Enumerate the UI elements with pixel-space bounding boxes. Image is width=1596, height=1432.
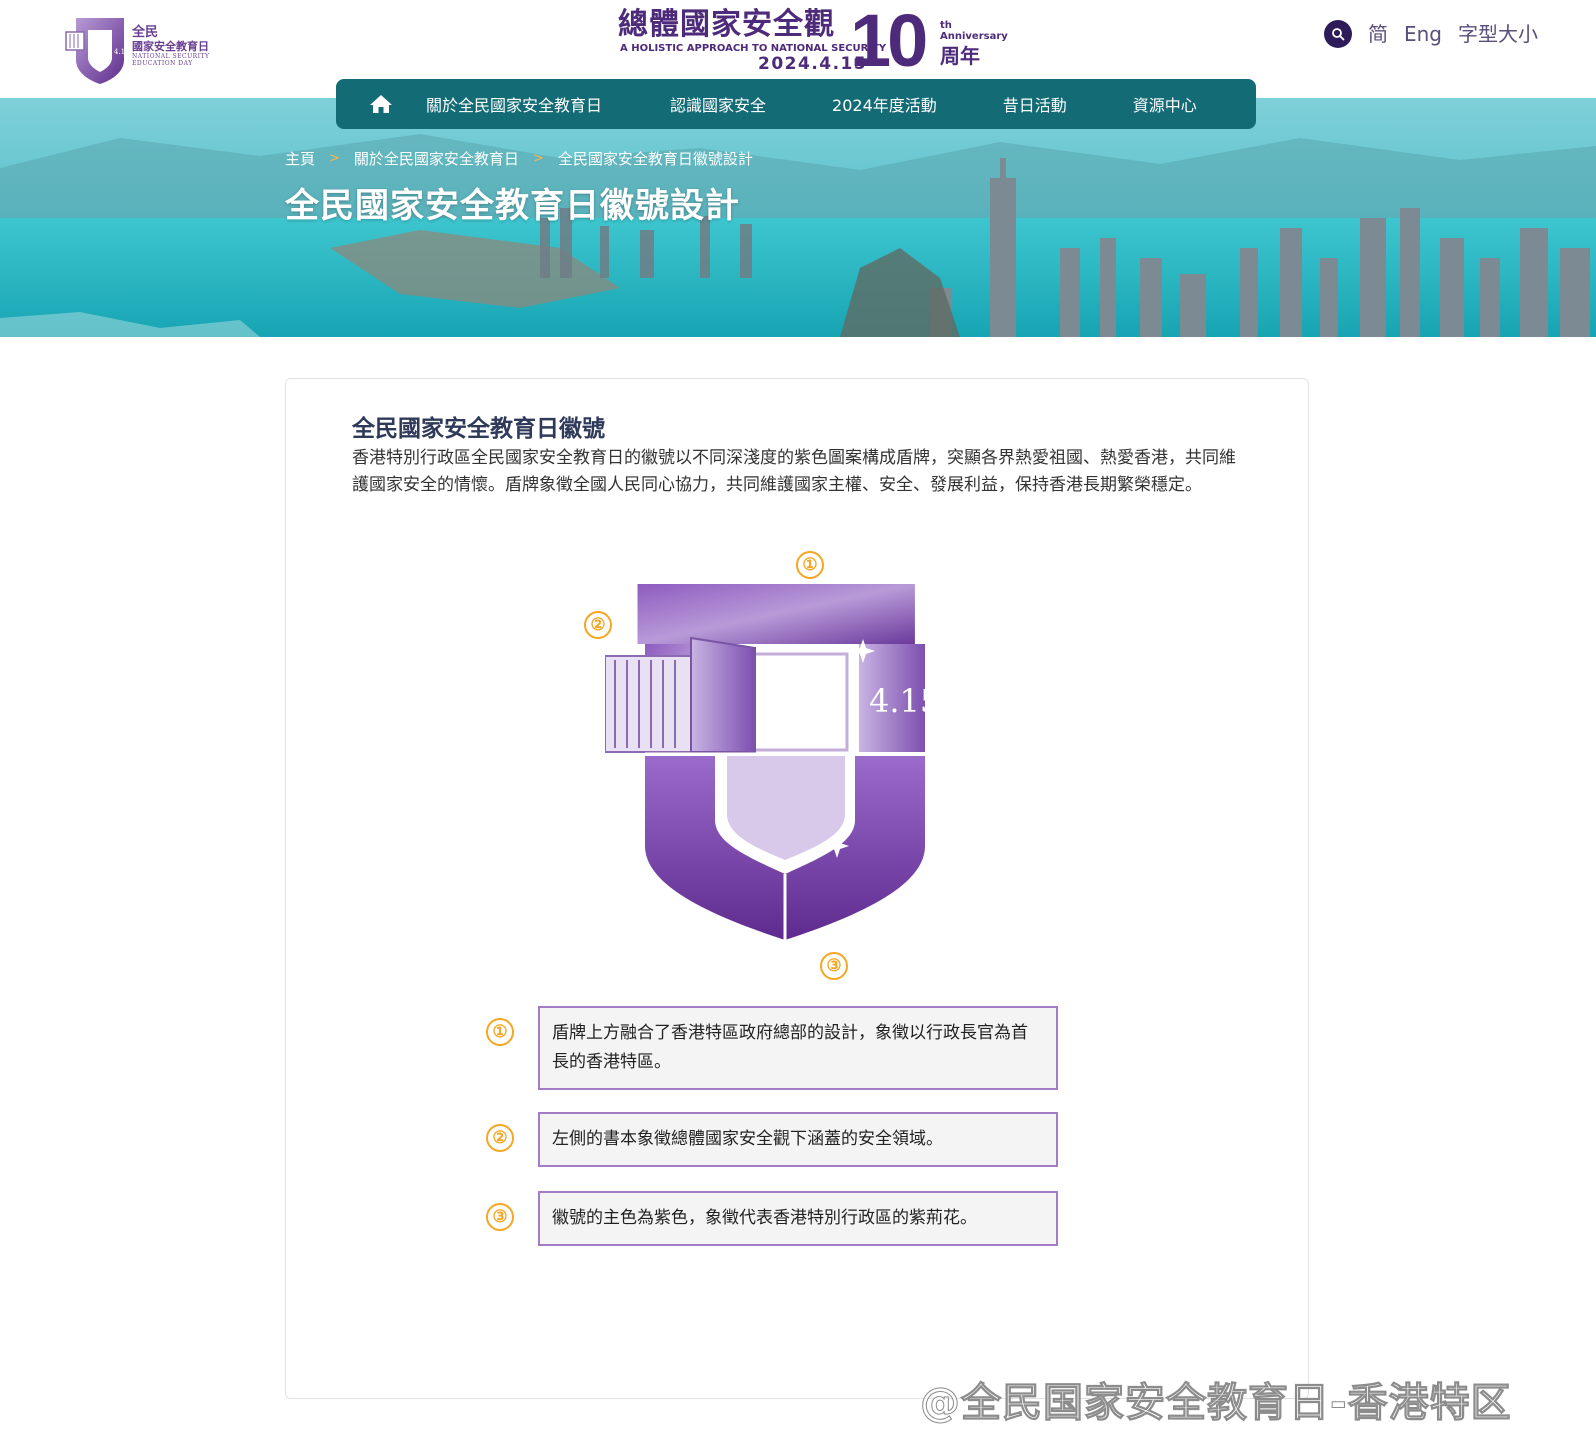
nav-item-knowledge[interactable]: 認識國家安全 <box>670 92 766 116</box>
svg-text:4.15: 4.15 <box>869 682 935 720</box>
logo-en-line2: EDUCATION DAY <box>132 60 193 67</box>
intro-paragraph: 香港特別行政區全民國家安全教育日的徽號以不同深淺度的紫色圖案構成盾牌，突顯各界熱… <box>352 448 1236 495</box>
anniversary-title: 總體國家安全觀 <box>618 7 835 42</box>
emblem-marker-1: ① <box>796 551 824 579</box>
breadcrumb-home[interactable]: 主頁 <box>285 148 315 169</box>
breadcrumb-about[interactable]: 關於全民國家安全教育日 <box>354 148 519 169</box>
anniversary-banner: 總體國家安全觀 A HOLISTIC APPROACH TO NATIONAL … <box>618 0 1008 82</box>
description-text-1: 盾牌上方融合了香港特區政府總部的設計，象徵以行政長官為首長的香港特區。 <box>538 1006 1058 1090</box>
description-marker-3: ③ <box>486 1203 514 1231</box>
description-text-2: 左側的書本象徵總體國家安全觀下涵蓋的安全領域。 <box>538 1112 1058 1167</box>
anniversary-suffix-en: th Anniversary <box>940 20 1008 42</box>
nav-item-past-events[interactable]: 昔日活動 <box>1003 92 1067 116</box>
search-icon <box>1332 28 1345 41</box>
anniversary-suffix-anniversary: Anniversary <box>940 31 1008 42</box>
utility-bar: 简 Eng 字型大小 <box>1323 20 1538 48</box>
logo-line1: 全民 <box>132 25 159 40</box>
breadcrumb-separator: > <box>329 151 340 166</box>
breadcrumb: 主頁 > 關於全民國家安全教育日 > 全民國家安全教育日徽號設計 <box>285 148 753 169</box>
description-marker-2: ② <box>486 1124 514 1152</box>
logo-line2: 國家安全教育日 <box>132 40 209 53</box>
simplified-chinese-link[interactable]: 简 <box>1368 20 1388 48</box>
anniversary-suffix-zh: 周年 <box>940 44 980 68</box>
font-size-link[interactable]: 字型大小 <box>1458 20 1538 48</box>
site-logo[interactable]: 4.15 全民 國家安全教育日 NATIONAL SECURITY EDUCAT… <box>64 14 224 86</box>
main-nav: 關於全民國家安全教育日 認識國家安全 2024年度活動 昔日活動 資源中心 <box>336 79 1256 129</box>
shield-emblem-icon: 4.15 <box>604 584 940 940</box>
breadcrumb-current: 全民國家安全教育日徽號設計 <box>557 150 753 168</box>
page-title: 全民國家安全教育日徽號設計 <box>285 186 740 226</box>
emblem-marker-3: ③ <box>820 952 848 980</box>
logo-emblem-icon: 4.15 <box>65 18 130 84</box>
anniversary-number: 10 <box>850 0 928 82</box>
nav-home-button[interactable] <box>336 93 426 115</box>
description-marker-1: ① <box>486 1018 514 1046</box>
harbour-skyline-image <box>0 98 1596 337</box>
english-link[interactable]: Eng <box>1404 20 1442 48</box>
anniversary-suffix-th: th <box>940 20 952 31</box>
nav-item-2024-events[interactable]: 2024年度活動 <box>832 92 937 116</box>
emblem-shield: 4.15 <box>604 584 940 948</box>
home-icon <box>370 95 392 113</box>
logo-text: 全民 國家安全教育日 NATIONAL SECURITY EDUCATION D… <box>132 25 210 68</box>
weibo-watermark: @全民国家安全教育日-香港特区 <box>920 1380 1512 1427</box>
nav-item-resources[interactable]: 資源中心 <box>1133 92 1197 116</box>
nav-item-about[interactable]: 關於全民國家安全教育日 <box>426 92 602 116</box>
hero-banner <box>0 98 1596 337</box>
breadcrumb-separator: > <box>532 151 544 166</box>
content-card: 全民國家安全教育日徽號 香港特別行政區全民國家安全教育日的徽號以不同深淺度的紫色… <box>285 378 1309 1399</box>
description-text-3: 徽號的主色為紫色，象徵代表香港特別行政區的紫荊花。 <box>538 1191 1058 1246</box>
logo-en-line1: NATIONAL SECURITY <box>132 53 210 60</box>
search-button[interactable] <box>1323 20 1352 48</box>
svg-text:4.15: 4.15 <box>114 48 130 56</box>
section-title: 全民國家安全教育日徽號 <box>352 416 605 442</box>
